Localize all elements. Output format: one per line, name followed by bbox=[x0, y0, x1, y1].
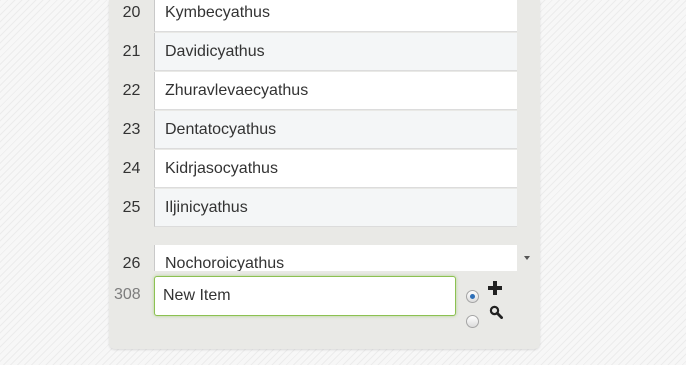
row-number: 26 bbox=[109, 245, 154, 271]
row-number: 23 bbox=[109, 111, 154, 150]
row-name: Kidrjasocyathus bbox=[154, 150, 517, 188]
list-item[interactable]: 23 Dentatocyathus bbox=[109, 111, 517, 150]
row-number: 22 bbox=[109, 72, 154, 111]
row-name: Dentatocyathus bbox=[154, 111, 517, 149]
item-list-panel: 20 Kymbecyathus 21 Davidicyathus 22 Zhur… bbox=[109, 0, 540, 349]
list-item[interactable]: 22 Zhuravlevaecyathus bbox=[109, 72, 517, 111]
search-icon[interactable] bbox=[489, 305, 503, 319]
list-item[interactable]: 21 Davidicyathus bbox=[109, 33, 517, 72]
row-name: Zhuravlevaecyathus bbox=[154, 72, 517, 110]
list-item[interactable]: 25 Iljinicyathus bbox=[109, 189, 517, 228]
item-count: 308 bbox=[114, 286, 141, 303]
scroll-down-arrow-icon[interactable] bbox=[524, 256, 530, 260]
row-name: Davidicyathus bbox=[154, 33, 517, 71]
row-name: Kymbecyathus bbox=[154, 0, 517, 32]
row-number: 21 bbox=[109, 33, 154, 72]
item-list[interactable]: 20 Kymbecyathus 21 Davidicyathus 22 Zhur… bbox=[109, 0, 540, 271]
row-number: 20 bbox=[109, 0, 154, 33]
scrollbar[interactable] bbox=[517, 0, 540, 271]
list-item[interactable]: 26 Nochoroicyathus bbox=[109, 245, 517, 271]
plus-icon[interactable] bbox=[488, 281, 502, 295]
search-mode-radio[interactable] bbox=[466, 315, 479, 328]
list-item[interactable]: 20 Kymbecyathus bbox=[109, 0, 517, 33]
row-number: 25 bbox=[109, 189, 154, 228]
list-item[interactable]: 24 Kidrjasocyathus bbox=[109, 150, 517, 189]
row-number: 24 bbox=[109, 150, 154, 189]
row-name: Iljinicyathus bbox=[154, 189, 517, 227]
new-item-input[interactable] bbox=[154, 276, 456, 316]
add-mode-radio[interactable] bbox=[466, 290, 479, 303]
row-name: Nochoroicyathus bbox=[154, 245, 517, 271]
